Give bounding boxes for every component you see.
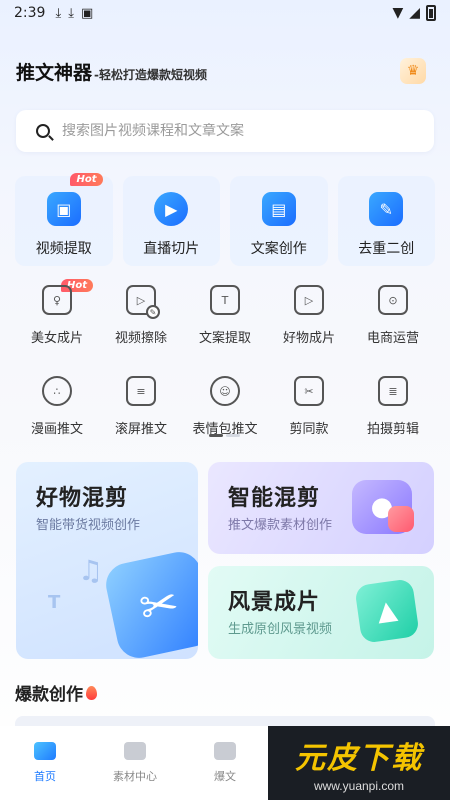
card-title: 风景成片 (228, 590, 321, 615)
app-title: 推文神器 (16, 62, 93, 84)
page-indicator (209, 434, 240, 437)
crown-icon: ♛ (406, 63, 420, 79)
battery-icon (426, 5, 436, 21)
tab-hot-articles[interactable]: 爆文 (180, 742, 270, 800)
card-scenery-film[interactable]: 风景成片 生成原创风景视频 ▲ (208, 566, 434, 659)
tool-label: 去重二创 (358, 241, 415, 257)
tool-copywriting[interactable]: ▤ 文案创作 (230, 176, 328, 266)
card-subtitle: 推文爆款素材创作 (228, 518, 333, 533)
text-t-icon: T (48, 592, 61, 613)
tool-video-extract[interactable]: Hot ▣ 视频提取 (15, 173, 113, 266)
watermark-logo: 元皮下载 www.yuanpi.com (268, 726, 450, 800)
watermark-text: 元皮下载 (295, 741, 423, 776)
video-extract-icon: ▣ (46, 192, 81, 226)
text-extract-icon: T (210, 285, 240, 315)
section-hot-creation: 爆款创作 (15, 680, 97, 705)
watermark-url: www.yuanpi.com (313, 779, 405, 793)
card-smart-mix[interactable]: 智能混剪 推文爆款素材创作 ● (208, 462, 434, 554)
edit-pen-icon: ✎ (369, 192, 404, 226)
tool-label: 好物成片 (282, 331, 335, 346)
clapper-icon: ✂ (294, 376, 324, 406)
search-input[interactable] (62, 123, 402, 139)
clipboard-icon: ▤ (261, 192, 296, 226)
video-erase-icon: ▷ ✎ (126, 285, 160, 319)
tool-live-clip[interactable]: ▶ 直播切片 (122, 176, 220, 266)
tab-home[interactable]: 首页 (0, 742, 90, 800)
primary-tools: Hot ▣ 视频提取 ▶ 直播切片 ▤ 文案创作 ✎ 去重二创 (15, 173, 435, 266)
signal-icon: ◢ (409, 5, 420, 21)
shoot-edit-icon: ≣ (378, 376, 408, 406)
page-dot-active (209, 434, 223, 437)
tab-label: 素材中心 (113, 770, 157, 783)
landscape-image-icon: ▲ (354, 578, 420, 644)
secondary-tools-grid: Hot ♀ 美女成片 ▷ ✎ 视频擦除 T 文案提取 ▷ 好物成片 ⊙ 电商运营 … (15, 279, 435, 437)
hot-badge: Hot (70, 173, 103, 186)
search-bar[interactable] (16, 110, 434, 152)
tool-label: 电商运营 (366, 331, 419, 346)
download-icon: ⤓ (68, 5, 74, 21)
card-subtitle: 智能带货视频创作 (36, 518, 141, 533)
tool-ecommerce[interactable]: ⊙ 电商运营 (351, 285, 435, 346)
tool-label: 文案提取 (198, 331, 251, 346)
tool-label: 滚屏推文 (114, 422, 167, 437)
goods-film-icon: ▷ (294, 285, 324, 315)
section-content-peek (15, 716, 435, 726)
tool-label: 拍摄剪辑 (366, 422, 419, 437)
tv-icon (214, 742, 236, 760)
play-badge-icon (388, 506, 414, 532)
tab-material-center[interactable]: 素材中心 (90, 742, 180, 800)
card-title: 好物混剪 (36, 486, 129, 511)
page-dot (226, 434, 240, 437)
home-icon (34, 742, 56, 760)
scissors-icon: ✂ (102, 548, 198, 659)
tool-emoji-post[interactable]: ☺ 表情包推文 (183, 376, 267, 437)
download-icon: ⤓ (55, 5, 62, 21)
tool-label: 剪同款 (289, 422, 329, 437)
status-time: 2:39 (14, 5, 46, 21)
tab-label: 爆文 (214, 770, 236, 783)
tool-label: 直播切片 (143, 241, 200, 257)
tool-beauty-film[interactable]: Hot ♀ 美女成片 (15, 279, 99, 346)
app-header: 推文神器 -轻松打造爆款短视频 (16, 58, 207, 85)
tab-label: 首页 (34, 770, 56, 783)
tool-shoot-edit[interactable]: ≣ 拍摄剪辑 (351, 376, 435, 437)
card-goods-mix[interactable]: 好物混剪 智能带货视频创作 ♫ T ✂ (16, 462, 198, 659)
tool-comic-post[interactable]: ∴ 漫画推文 (15, 376, 99, 437)
scroll-text-icon: ≡ (126, 376, 156, 406)
tool-scroll-post[interactable]: ≡ 滚屏推文 (99, 376, 183, 437)
search-icon (36, 124, 50, 138)
tool-label: 视频擦除 (114, 331, 167, 346)
tool-label: 美女成片 (30, 331, 83, 346)
tool-label: 漫画推文 (30, 422, 83, 437)
vip-crown-button[interactable]: ♛ (400, 58, 426, 84)
tool-goods-film[interactable]: ▷ 好物成片 (267, 285, 351, 346)
tool-same-style-edit[interactable]: ✂ 剪同款 (267, 376, 351, 437)
notification-app-icon: ▣ (80, 5, 94, 21)
tool-label: 文案创作 (250, 241, 307, 257)
folder-icon (124, 742, 146, 760)
app-subtitle: -轻松打造爆款短视频 (94, 68, 207, 82)
card-subtitle: 生成原创风景视频 (228, 622, 333, 637)
tool-text-extract[interactable]: T 文案提取 (183, 285, 267, 346)
section-title-text: 爆款创作 (15, 685, 83, 705)
wifi-icon: ▼ (392, 5, 404, 21)
card-title: 智能混剪 (228, 486, 321, 511)
music-note-icon: ♫ (78, 554, 104, 587)
emoji-icon: ☺ (210, 376, 240, 406)
ecommerce-icon: ⊙ (378, 285, 408, 315)
play-clip-icon: ▶ (154, 192, 189, 226)
tool-video-erase[interactable]: ▷ ✎ 视频擦除 (99, 285, 183, 346)
beauty-icon: ♀ (42, 285, 72, 315)
palette-icon: ∴ (42, 376, 72, 406)
tool-label: 视频提取 (35, 241, 92, 257)
tool-dedupe-remix[interactable]: ✎ 去重二创 (337, 176, 435, 266)
flame-icon (86, 685, 97, 700)
status-bar: 2:39 ⤓ ⤓ ▣ ▼ ◢ (0, 0, 450, 26)
